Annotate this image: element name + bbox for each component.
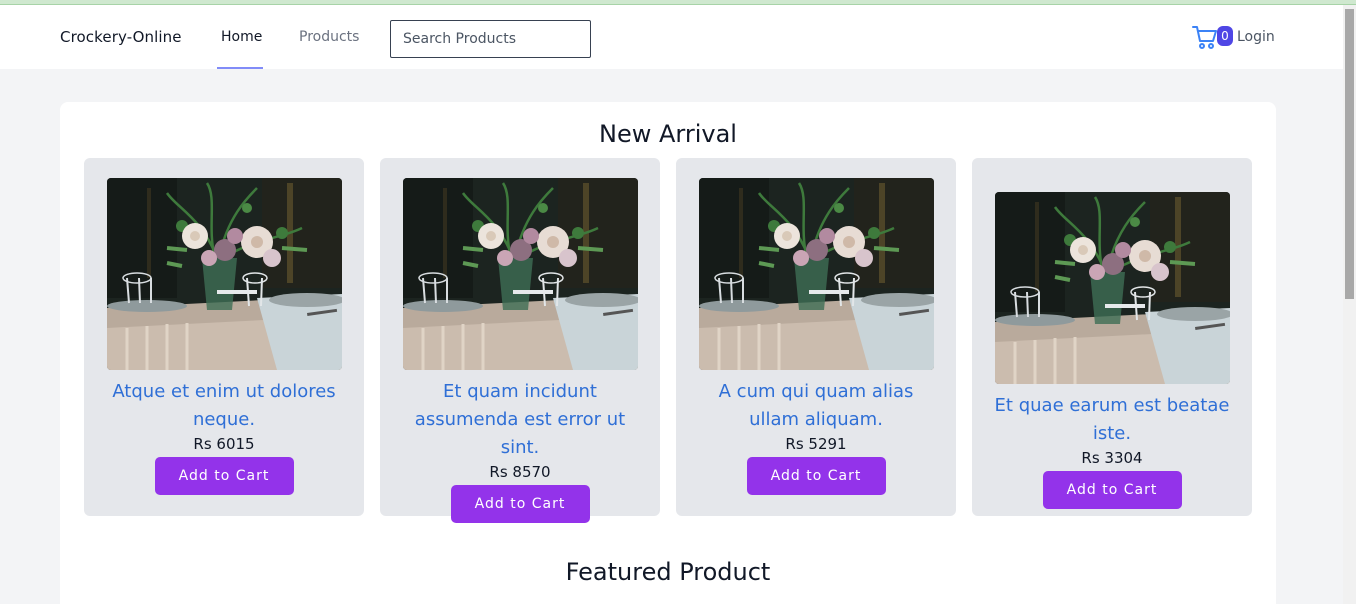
product-price: Rs 6015 (193, 435, 255, 453)
active-nav-indicator (217, 67, 263, 69)
product-image[interactable] (699, 178, 934, 370)
add-to-cart-button[interactable]: Add to Cart (154, 457, 294, 495)
page-scrollbar[interactable] (1343, 5, 1356, 604)
cart-icon[interactable] (1191, 23, 1219, 51)
product-price: Rs 3304 (1081, 449, 1143, 467)
featured-product-heading: Featured Product (565, 558, 771, 586)
product-name-link[interactable]: A cum qui quam alias ullam aliquam. (696, 378, 936, 434)
add-to-cart-button[interactable]: Add to Cart (746, 457, 886, 495)
add-to-cart-button[interactable]: Add to Cart (450, 485, 590, 523)
nav-home-link[interactable]: Home (221, 29, 262, 45)
add-to-cart-button[interactable]: Add to Cart (1042, 471, 1182, 509)
product-image[interactable] (107, 178, 342, 370)
product-name-link[interactable]: Atque et enim ut dolores neque. (104, 378, 344, 434)
search-input[interactable] (390, 20, 591, 58)
product-image[interactable] (995, 192, 1230, 384)
nav-products-link[interactable]: Products (299, 29, 359, 45)
product-card: A cum qui quam alias ullam aliquam. Rs 5… (676, 158, 956, 516)
product-price: Rs 5291 (785, 435, 847, 453)
new-arrival-heading: New Arrival (599, 120, 737, 148)
login-link[interactable]: Login (1237, 29, 1275, 45)
product-price: Rs 8570 (489, 463, 551, 481)
product-card: Et quae earum est beatae iste. Rs 3304 A… (972, 158, 1252, 516)
product-image[interactable] (403, 178, 638, 370)
product-name-link[interactable]: Et quam incidunt assumenda est error ut … (400, 378, 640, 462)
scrollbar-thumb[interactable] (1345, 9, 1354, 299)
navbar: Crockery-Online Home Products 0 Login (0, 5, 1343, 69)
product-name-link[interactable]: Et quae earum est beatae iste. (992, 392, 1232, 448)
product-card: Et quam incidunt assumenda est error ut … (380, 158, 660, 523)
content-panel: New Arrival Atque et enim ut dolores neq… (60, 102, 1276, 604)
brand-logo[interactable]: Crockery-Online (60, 28, 182, 46)
cart-count-badge: 0 (1217, 26, 1233, 46)
product-card: Atque et enim ut dolores neque. Rs 6015 … (84, 158, 364, 516)
